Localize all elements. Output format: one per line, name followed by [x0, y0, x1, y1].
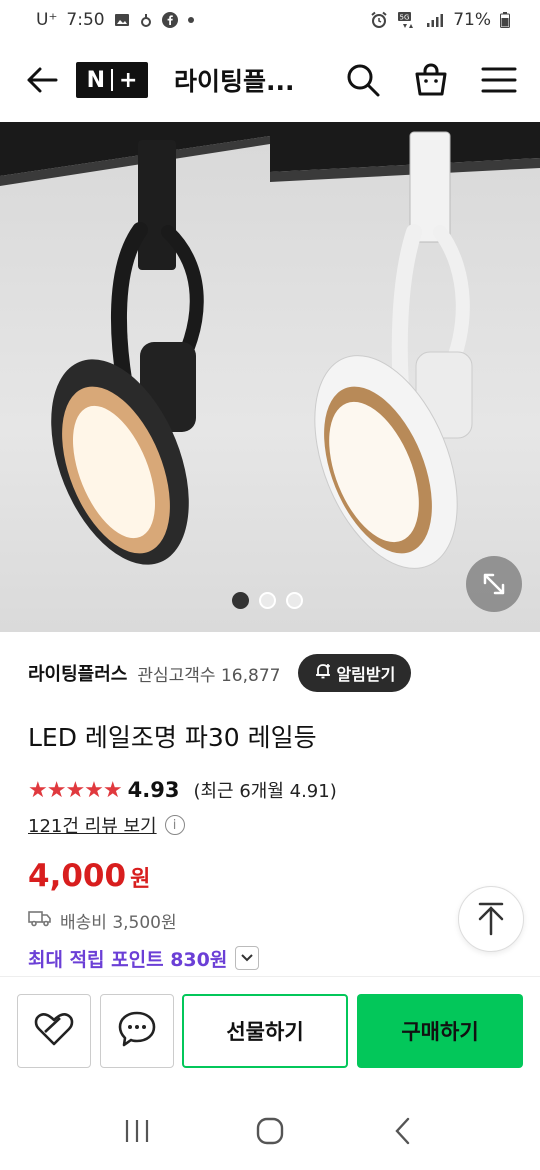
shopping-bag-icon[interactable] — [412, 61, 450, 99]
recent-rating: (최근 6개월 4.91) — [193, 781, 337, 802]
gallery-dot-1[interactable] — [232, 592, 249, 609]
product-title: LED 레일조명 파30 레일등 — [28, 723, 317, 752]
gallery-notification-icon — [114, 12, 130, 28]
max-points: 최대 적립 포인트 830원 — [28, 948, 228, 971]
back-arrow-icon[interactable] — [22, 60, 62, 100]
more-notifications-icon — [187, 16, 195, 24]
price-currency: 원 — [130, 867, 151, 892]
gift-button[interactable]: 선물하기 — [182, 994, 348, 1068]
logo-n: N — [86, 67, 105, 93]
rating-value: 4.93 — [127, 778, 180, 802]
reviews-link[interactable]: 121건 리뷰 보기 — [28, 812, 157, 838]
gallery-dot-2[interactable] — [259, 592, 276, 609]
info-icon[interactable]: i — [164, 815, 185, 835]
header-store-title[interactable]: 라이팅플... — [174, 62, 314, 98]
price-row: 4,000 원 — [28, 858, 150, 894]
rating-row: ★★★★★ 4.93 (최근 6개월 4.91) — [28, 774, 337, 806]
battery-percent: 71% — [453, 10, 491, 30]
reviews-row: 121건 리뷰 보기 i — [28, 810, 185, 840]
logo-plus: + — [118, 67, 138, 93]
5g-signal-icon: 5G — [397, 11, 417, 29]
facebook-notification-icon — [161, 12, 178, 28]
product-photo-black — [0, 122, 270, 632]
rating-stars: ★★★★★ — [28, 777, 123, 803]
price-value: 4,000 — [28, 858, 127, 894]
system-back-icon[interactable] — [383, 1111, 423, 1151]
carrier-text: U⁺ — [36, 10, 58, 30]
store-name-link[interactable]: 라이팅플러스 — [28, 660, 127, 686]
alarm-clock-icon — [370, 11, 388, 29]
delivery-truck-icon — [28, 909, 52, 932]
chevron-down-icon[interactable] — [235, 946, 260, 970]
notification-subscribe-button[interactable]: 알림받기 — [298, 654, 412, 692]
hamburger-menu-icon[interactable] — [480, 61, 518, 99]
expand-image-icon[interactable] — [466, 556, 522, 612]
home-icon[interactable] — [250, 1111, 290, 1151]
bell-plus-icon — [314, 662, 332, 684]
store-info-row: 라이팅플러스 관심고객수 16,877 알림받기 — [28, 652, 412, 694]
system-navigation-bar — [0, 1092, 540, 1170]
product-image-gallery[interactable] — [0, 122, 540, 632]
gallery-dot-3[interactable] — [286, 592, 303, 609]
product-photo-white — [270, 122, 540, 632]
recent-apps-icon[interactable] — [117, 1111, 157, 1151]
search-icon[interactable] — [344, 61, 382, 99]
alarm-label: 알림받기 — [336, 665, 396, 684]
naver-plus-logo[interactable]: N + — [76, 62, 148, 98]
shipping-row: 배송비 3,500원 — [28, 906, 177, 934]
wishlist-button[interactable] — [17, 994, 91, 1068]
chat-bubble-icon — [117, 1010, 157, 1052]
shipping-fee: 배송비 3,500원 — [60, 912, 177, 933]
gallery-page-indicator — [232, 592, 303, 609]
svg-text:5G: 5G — [400, 14, 410, 22]
buy-button[interactable]: 구매하기 — [357, 994, 523, 1068]
app-header: N + 라이팅플... — [0, 44, 540, 116]
logo-divider — [110, 69, 113, 91]
clock-text: 7:50 — [66, 10, 105, 30]
talk-button[interactable] — [100, 994, 174, 1068]
battery-icon — [500, 12, 510, 28]
points-row[interactable]: 최대 적립 포인트 830원 — [28, 942, 260, 974]
cell-signal-icon — [426, 12, 444, 28]
heart-icon — [34, 1011, 74, 1051]
app-notification-icon — [139, 12, 153, 28]
scroll-to-top-button[interactable] — [458, 886, 524, 952]
status-bar: U⁺ 7:50 5G 71% — [0, 0, 540, 40]
purchase-action-bar: 선물하기 구매하기 — [0, 976, 540, 1084]
follower-count: 관심고객수 16,877 — [137, 665, 281, 686]
